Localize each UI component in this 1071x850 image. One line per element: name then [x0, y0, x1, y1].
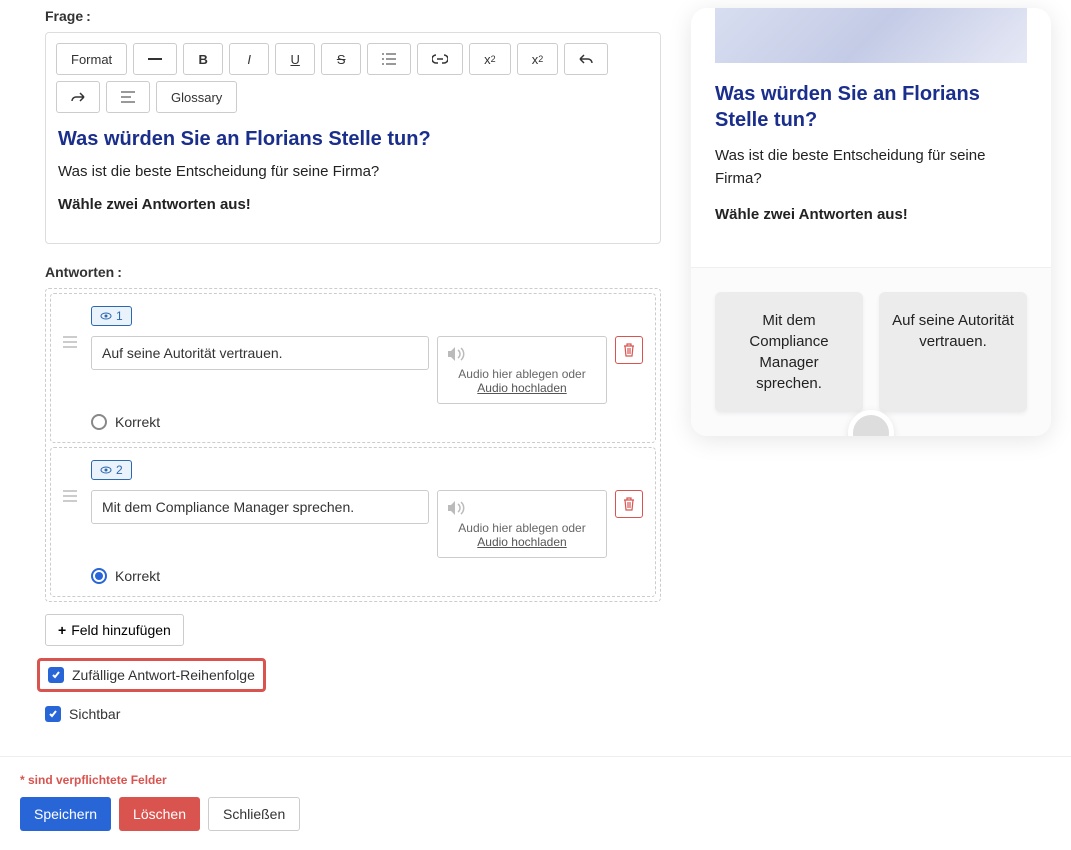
preview-title: Was würden Sie an Florians Stelle tun?: [715, 81, 1027, 133]
align-button[interactable]: [106, 81, 150, 113]
preview-instruction: Wähle zwei Antworten aus!: [715, 206, 1027, 223]
eye-icon: [100, 311, 112, 321]
trash-icon: [623, 497, 635, 511]
answer-text-input[interactable]: [91, 490, 429, 524]
answers-container: 1 Audio hier ablegen oder Audio hochlade…: [45, 288, 661, 602]
visible-row: Sichtbar: [45, 702, 661, 726]
delete-answer-button[interactable]: [615, 490, 643, 518]
question-label: Frage:: [45, 8, 661, 24]
delete-button[interactable]: Löschen: [119, 797, 200, 831]
visible-checkbox[interactable]: [45, 706, 61, 722]
correct-label: Korrekt: [115, 568, 160, 584]
preview-header-image: [715, 8, 1027, 63]
undo-icon: [579, 53, 593, 65]
list-icon: [382, 53, 396, 65]
save-button[interactable]: Speichern: [20, 797, 111, 831]
drag-handle[interactable]: [63, 336, 83, 348]
visible-label: Sichtbar: [69, 706, 120, 722]
editor-title-text: Was würden Sie an Florians Stelle tun?: [58, 128, 648, 151]
audio-icon: [446, 345, 598, 363]
editor-instruction-text: Wähle zwei Antworten aus!: [58, 196, 648, 213]
editor-content-area[interactable]: Was würden Sie an Florians Stelle tun? W…: [56, 123, 650, 233]
format-button[interactable]: Format: [56, 43, 127, 75]
preview-avatar-bubble: [848, 410, 894, 436]
hr-button[interactable]: [133, 43, 177, 75]
link-button[interactable]: [417, 43, 463, 75]
align-icon: [121, 91, 135, 103]
strike-button[interactable]: S: [321, 43, 361, 75]
italic-button[interactable]: I: [229, 43, 269, 75]
drag-handle[interactable]: [63, 490, 83, 502]
preview-card: Was würden Sie an Florians Stelle tun? W…: [691, 8, 1051, 466]
audio-dropzone[interactable]: Audio hier ablegen oder Audio hochladen: [437, 490, 607, 558]
question-editor: Format B I U S x2 x2 Glossary Was würden…: [45, 32, 661, 244]
correct-label: Korrekt: [115, 414, 160, 430]
underline-button[interactable]: U: [275, 43, 315, 75]
editor-toolbar: Format B I U S x2 x2 Glossary: [56, 43, 650, 113]
audio-upload-link[interactable]: Audio hochladen: [477, 381, 566, 395]
delete-answer-button[interactable]: [615, 336, 643, 364]
editor-subtitle-text: Was ist die beste Entscheidung für seine…: [58, 163, 648, 180]
footer: * sind verpflichtete Felder Speichern Lö…: [0, 756, 1071, 847]
eye-icon: [100, 465, 112, 475]
preview-answers: Mit dem Compliance Manager sprechen. Auf…: [691, 267, 1051, 436]
link-icon: [432, 54, 448, 64]
undo-button[interactable]: [564, 43, 608, 75]
audio-upload-link[interactable]: Audio hochladen: [477, 535, 566, 549]
preview-subtitle: Was ist die beste Entscheidung für seine…: [715, 145, 1027, 190]
list-button[interactable]: [367, 43, 411, 75]
superscript-button[interactable]: x2: [469, 43, 511, 75]
glossary-button[interactable]: Glossary: [156, 81, 237, 113]
trash-icon: [623, 343, 635, 357]
add-field-button[interactable]: + Feld hinzufügen: [45, 614, 184, 646]
correct-radio[interactable]: [91, 568, 107, 584]
correct-radio[interactable]: [91, 414, 107, 430]
preview-answer-card[interactable]: Mit dem Compliance Manager sprechen.: [715, 292, 863, 412]
required-note: * sind verpflichtete Felder: [20, 773, 1051, 787]
close-button[interactable]: Schließen: [208, 797, 300, 831]
answer-text-input[interactable]: [91, 336, 429, 370]
answer-item: 1 Audio hier ablegen oder Audio hochlade…: [50, 293, 656, 443]
random-order-row: Zufällige Antwort-Reihenfolge: [37, 658, 266, 692]
audio-dropzone[interactable]: Audio hier ablegen oder Audio hochladen: [437, 336, 607, 404]
answer-tag: 1: [91, 306, 132, 326]
preview-answer-card[interactable]: Auf seine Autorität vertrauen.: [879, 292, 1027, 412]
answer-item: 2 Audio hier ablegen oder Audio hochlade…: [50, 447, 656, 597]
random-order-label: Zufällige Antwort-Reihenfolge: [72, 667, 255, 683]
redo-button[interactable]: [56, 81, 100, 113]
answer-tag: 2: [91, 460, 132, 480]
plus-icon: +: [58, 622, 66, 638]
subscript-button[interactable]: x2: [517, 43, 559, 75]
audio-icon: [446, 499, 598, 517]
answers-label: Antworten:: [45, 264, 661, 280]
random-order-checkbox[interactable]: [48, 667, 64, 683]
bold-button[interactable]: B: [183, 43, 223, 75]
redo-icon: [71, 91, 85, 103]
